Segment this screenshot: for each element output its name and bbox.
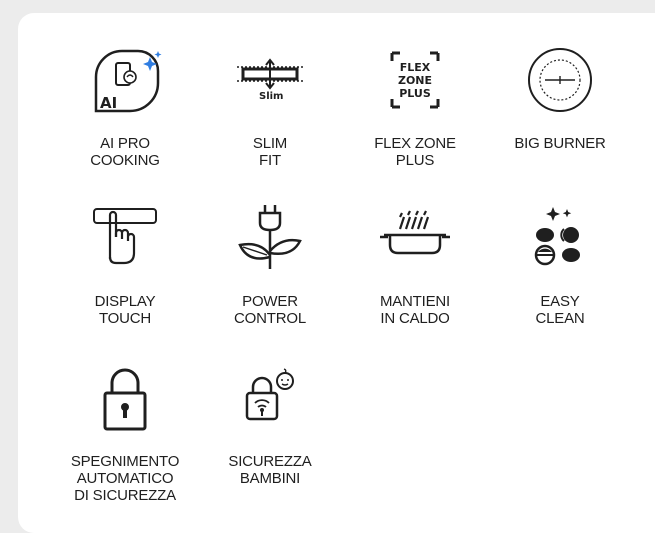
power-control-icon <box>233 203 307 273</box>
big-burner-icon <box>523 45 597 115</box>
feature-label: SLIM FIT <box>252 135 288 169</box>
feature-big-burner: BIG BURNER <box>480 45 640 152</box>
features-card: AI AI PRO COOKING Slim SLIM FIT FLEX ZON… <box>18 13 655 533</box>
svg-text:FLEX: FLEX <box>400 61 431 74</box>
feature-power-control: POWER CONTROL <box>190 203 350 327</box>
feature-label: SICUREZZA BAMBINI <box>228 453 312 487</box>
feature-auto-shutoff: SPEGNIMENTO AUTOMATICO DI SICUREZZA <box>45 363 205 504</box>
feature-label: DISPLAY TOUCH <box>94 293 156 327</box>
feature-label: MANTIENI IN CALDO <box>379 293 451 327</box>
feature-flex-zone-plus: FLEX ZONE PLUS FLEX ZONE PLUS <box>335 45 495 169</box>
feature-label: AI PRO COOKING <box>90 135 160 169</box>
feature-label: SPEGNIMENTO AUTOMATICO DI SICUREZZA <box>70 453 180 504</box>
feature-label: FLEX ZONE PLUS <box>374 135 456 169</box>
svg-text:PLUS: PLUS <box>399 87 431 100</box>
svg-text:Slim: Slim <box>259 91 283 102</box>
svg-text:AI: AI <box>100 94 117 112</box>
feature-display-touch: DISPLAY TOUCH <box>45 203 205 327</box>
flex-zone-plus-icon: FLEX ZONE PLUS <box>378 45 452 115</box>
feature-ai-pro-cooking: AI AI PRO COOKING <box>45 45 205 169</box>
feature-label: POWER CONTROL <box>234 293 306 327</box>
svg-text:ZONE: ZONE <box>398 74 432 87</box>
easy-clean-icon <box>523 203 597 273</box>
slim-fit-icon: Slim <box>233 45 307 115</box>
display-touch-icon <box>88 203 162 273</box>
feature-slim-fit: Slim SLIM FIT <box>190 45 350 169</box>
feature-child-lock: SICUREZZA BAMBINI <box>190 363 350 487</box>
auto-shutoff-lock-icon <box>88 363 162 433</box>
ai-pro-cooking-icon: AI <box>88 45 162 115</box>
feature-keep-warm: MANTIENI IN CALDO <box>335 203 495 327</box>
feature-label: BIG BURNER <box>514 135 606 152</box>
feature-label: EASY CLEAN <box>535 293 585 327</box>
keep-warm-icon <box>378 203 452 273</box>
child-lock-icon <box>233 363 307 433</box>
feature-easy-clean: EASY CLEAN <box>480 203 640 327</box>
